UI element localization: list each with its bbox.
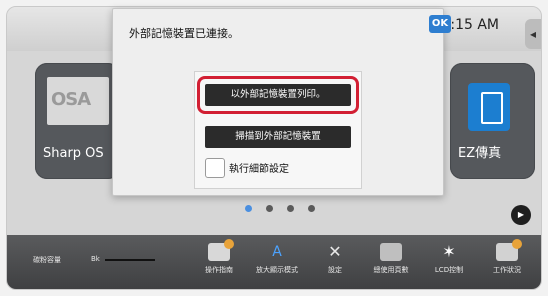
page-dot-2[interactable] [266,205,273,212]
ok-button[interactable]: OK [429,15,451,33]
toner-label: 碳粉容量 [33,256,61,264]
enlarge-display-button[interactable]: A 放大顯示模式 [253,243,301,275]
toner-bk-label: Bk [91,255,100,263]
total-count-button[interactable]: 總使用頁數 [367,243,415,275]
sharp-os-art: OSA [47,77,109,125]
device-screen: 10:15 AM ◂ OSA Sharp OS EZ傳真 ▶ 碳粉容量 Bk 操… [0,0,548,296]
usb-connected-dialog: 外部記憶裝置已連接。 OK 以外部記憶裝置列印。 掃描到外部記憶裝置 執行細節設… [112,8,451,196]
side-tab-button[interactable]: ◂ [525,19,541,49]
page-dot-4[interactable] [308,205,315,212]
page-dot-1[interactable] [245,205,252,212]
operation-guide-button[interactable]: 操作指南 [195,239,243,275]
total-count-label: 總使用頁數 [373,266,409,274]
dialog-options: 以外部記憶裝置列印。 掃描到外部記憶裝置 執行細節設定 [194,71,362,189]
sharp-os-art-text: OSA [51,89,91,110]
page-dot-3[interactable] [287,205,294,212]
next-page-play-button[interactable]: ▶ [511,205,531,225]
zoom-icon: A [272,244,282,260]
lcd-control-label: LCD控制 [434,266,464,274]
guide-icon [208,239,234,261]
job-status-icon [496,239,522,261]
bottom-bar: 碳粉容量 Bk 操作指南 A 放大顯示模式 ✕ 設定 總使用頁數 ✶ LCD控制 [7,235,541,289]
print-from-usb-button[interactable]: 以外部記憶裝置列印。 [205,84,351,106]
ez-fax-label: EZ傳真 [458,146,502,161]
toner-bk-bar [105,259,155,261]
sharp-os-tile[interactable]: OSA Sharp OS [35,63,120,179]
ez-fax-tile[interactable]: EZ傳真 [450,63,535,179]
fax-icon [468,83,510,131]
enlarge-display-label: 放大顯示模式 [256,266,298,274]
settings-label: 設定 [328,266,342,274]
page-indicator [245,205,315,212]
lcd-control-button[interactable]: ✶ LCD控制 [425,243,473,275]
tools-icon: ✕ [328,242,342,261]
scan-to-usb-button[interactable]: 掃描到外部記憶裝置 [205,126,351,148]
settings-button[interactable]: ✕ 設定 [311,243,359,275]
detail-settings-checkbox[interactable] [205,158,225,178]
operation-guide-label: 操作指南 [205,266,233,274]
dialog-message: 外部記憶裝置已連接。 [129,27,239,40]
counter-icon [380,243,402,261]
brightness-icon: ✶ [442,242,456,261]
play-icon: ▶ [517,210,525,219]
detail-settings-label: 執行細節設定 [229,164,289,175]
job-status-label: 工作狀況 [493,266,521,274]
job-status-button[interactable]: 工作狀況 [483,239,531,275]
sharp-os-label: Sharp OS [43,146,104,161]
fax-icon-shape [481,92,503,124]
